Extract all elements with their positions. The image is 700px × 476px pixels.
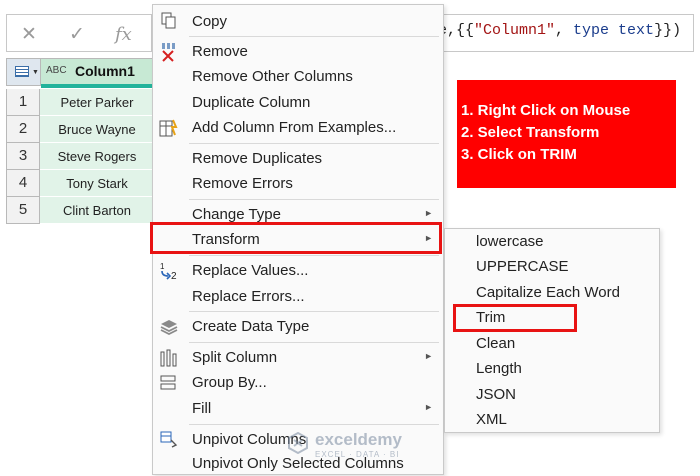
- svg-text:1: 1: [160, 262, 165, 271]
- menu-item-label: Remove Other Columns: [192, 68, 353, 85]
- watermark-name: exceldemy: [315, 430, 402, 449]
- group-by-icon: [159, 373, 179, 393]
- cell-value[interactable]: Tony Stark: [40, 170, 154, 197]
- chevron-right-icon: ►: [424, 402, 433, 412]
- formula-bar-controls: ✕ ✓ fx: [6, 14, 152, 52]
- cell-value[interactable]: Peter Parker: [40, 89, 154, 116]
- cell-value[interactable]: Clint Barton: [40, 197, 154, 224]
- transform-highlight-box: [150, 222, 442, 254]
- instruction-step: 2. Select Transform: [461, 124, 600, 141]
- table-row[interactable]: 4 Tony Stark: [6, 170, 154, 197]
- cell-value[interactable]: Steve Rogers: [40, 143, 154, 170]
- table-row[interactable]: 5 Clint Barton: [6, 197, 154, 224]
- column-header[interactable]: ABC Column1: [41, 59, 153, 85]
- table-row[interactable]: 3 Steve Rogers: [6, 143, 154, 170]
- instruction-step: 1. Right Click on Mouse: [461, 102, 631, 119]
- submenu-item-xml[interactable]: XML: [476, 411, 507, 428]
- menu-item-label: Create Data Type: [192, 318, 310, 335]
- menu-item-replace-errors[interactable]: Replace Errors...: [153, 285, 443, 309]
- exceldemy-logo-icon: [287, 431, 309, 455]
- remove-column-icon: [159, 42, 179, 62]
- data-grid: ▼ ABC Column1 1 Peter Parker 2 Bruce Way…: [6, 58, 154, 224]
- menu-item-label: Add Column From Examples...: [192, 119, 397, 136]
- chevron-right-icon: ►: [424, 351, 433, 361]
- data-type-icon: [159, 317, 179, 337]
- menu-item-label: Replace Errors...: [192, 288, 305, 305]
- submenu-item-clean[interactable]: Clean: [476, 335, 515, 352]
- table-menu-icon[interactable]: ▼: [7, 59, 41, 85]
- row-number: 1: [6, 89, 40, 116]
- menu-item-label: Duplicate Column: [192, 94, 311, 111]
- menu-item-label: Remove Errors: [192, 175, 293, 192]
- formula-separator: ,: [555, 22, 574, 39]
- submenu-item-json[interactable]: JSON: [476, 386, 516, 403]
- menu-item-fill[interactable]: Fill ►: [153, 397, 443, 421]
- add-column-examples-icon: [159, 118, 179, 138]
- row-number: 3: [6, 143, 40, 170]
- menu-item-create-data-type[interactable]: Create Data Type: [153, 315, 443, 339]
- menu-item-remove-other-columns[interactable]: Remove Other Columns: [153, 65, 443, 89]
- grid-header: ▼ ABC Column1: [6, 58, 154, 88]
- menu-item-label: Copy: [192, 13, 228, 30]
- check-icon[interactable]: ✓: [69, 23, 85, 46]
- table-row[interactable]: 2 Bruce Wayne: [6, 116, 154, 143]
- menu-item-label: Remove: [192, 43, 248, 60]
- formula-suffix: }}): [654, 22, 682, 39]
- copy-icon: [159, 12, 179, 32]
- formula-type: type text: [573, 22, 655, 39]
- fx-label[interactable]: fx: [115, 24, 132, 45]
- watermark: exceldemy EXCEL · DATA · BI: [283, 428, 433, 468]
- formula-text[interactable]: e,{{"Column1", type text}}): [438, 22, 681, 46]
- menu-item-group-by[interactable]: Group By...: [153, 371, 443, 395]
- menu-item-remove-duplicates[interactable]: Remove Duplicates: [153, 147, 443, 171]
- menu-item-split-column[interactable]: Split Column ►: [153, 346, 443, 370]
- x-icon[interactable]: ✕: [21, 23, 37, 46]
- menu-item-duplicate-column[interactable]: Duplicate Column: [153, 91, 443, 115]
- cell-value[interactable]: Bruce Wayne: [40, 116, 154, 143]
- row-number: 2: [6, 116, 40, 143]
- chevron-right-icon: ►: [424, 208, 433, 218]
- menu-item-remove-errors[interactable]: Remove Errors: [153, 172, 443, 196]
- split-column-icon: [159, 348, 179, 368]
- instruction-box: 1. Right Click on Mouse 2. Select Transf…: [457, 80, 676, 188]
- menu-item-label: Split Column: [192, 349, 278, 366]
- unpivot-icon: [159, 430, 179, 450]
- instruction-step: 3. Click on TRIM: [461, 146, 577, 163]
- svg-text:2: 2: [171, 271, 177, 281]
- submenu-item-length[interactable]: Length: [476, 360, 522, 377]
- menu-item-label: Fill: [192, 400, 212, 417]
- row-number: 4: [6, 170, 40, 197]
- submenu-item-capitalize[interactable]: Capitalize Each Word: [476, 284, 620, 301]
- text-type-icon[interactable]: ABC: [46, 65, 67, 76]
- menu-item-copy[interactable]: Copy: [153, 10, 443, 34]
- submenu-item-lowercase[interactable]: lowercase: [476, 233, 544, 250]
- column-selected-bar: [41, 84, 153, 88]
- column-name: Column1: [75, 63, 135, 79]
- formula-string: "Column1": [474, 22, 556, 39]
- menu-item-label: Group By...: [192, 374, 267, 391]
- menu-item-label: Remove Duplicates: [192, 150, 323, 167]
- submenu-item-uppercase[interactable]: UPPERCASE: [476, 258, 569, 275]
- menu-item-label: Replace Values...: [192, 262, 309, 279]
- menu-item-replace-values[interactable]: 12 Replace Values...: [153, 259, 443, 283]
- menu-item-remove[interactable]: Remove: [153, 40, 443, 64]
- menu-item-add-column-from-examples[interactable]: Add Column From Examples...: [153, 116, 443, 140]
- table-row[interactable]: 1 Peter Parker: [6, 89, 154, 116]
- row-number: 5: [6, 197, 40, 224]
- menu-item-label: Change Type: [192, 206, 281, 223]
- trim-highlight-box: [453, 304, 577, 332]
- watermark-tagline: EXCEL · DATA · BI: [315, 450, 400, 459]
- replace-values-icon: 12: [159, 261, 179, 282]
